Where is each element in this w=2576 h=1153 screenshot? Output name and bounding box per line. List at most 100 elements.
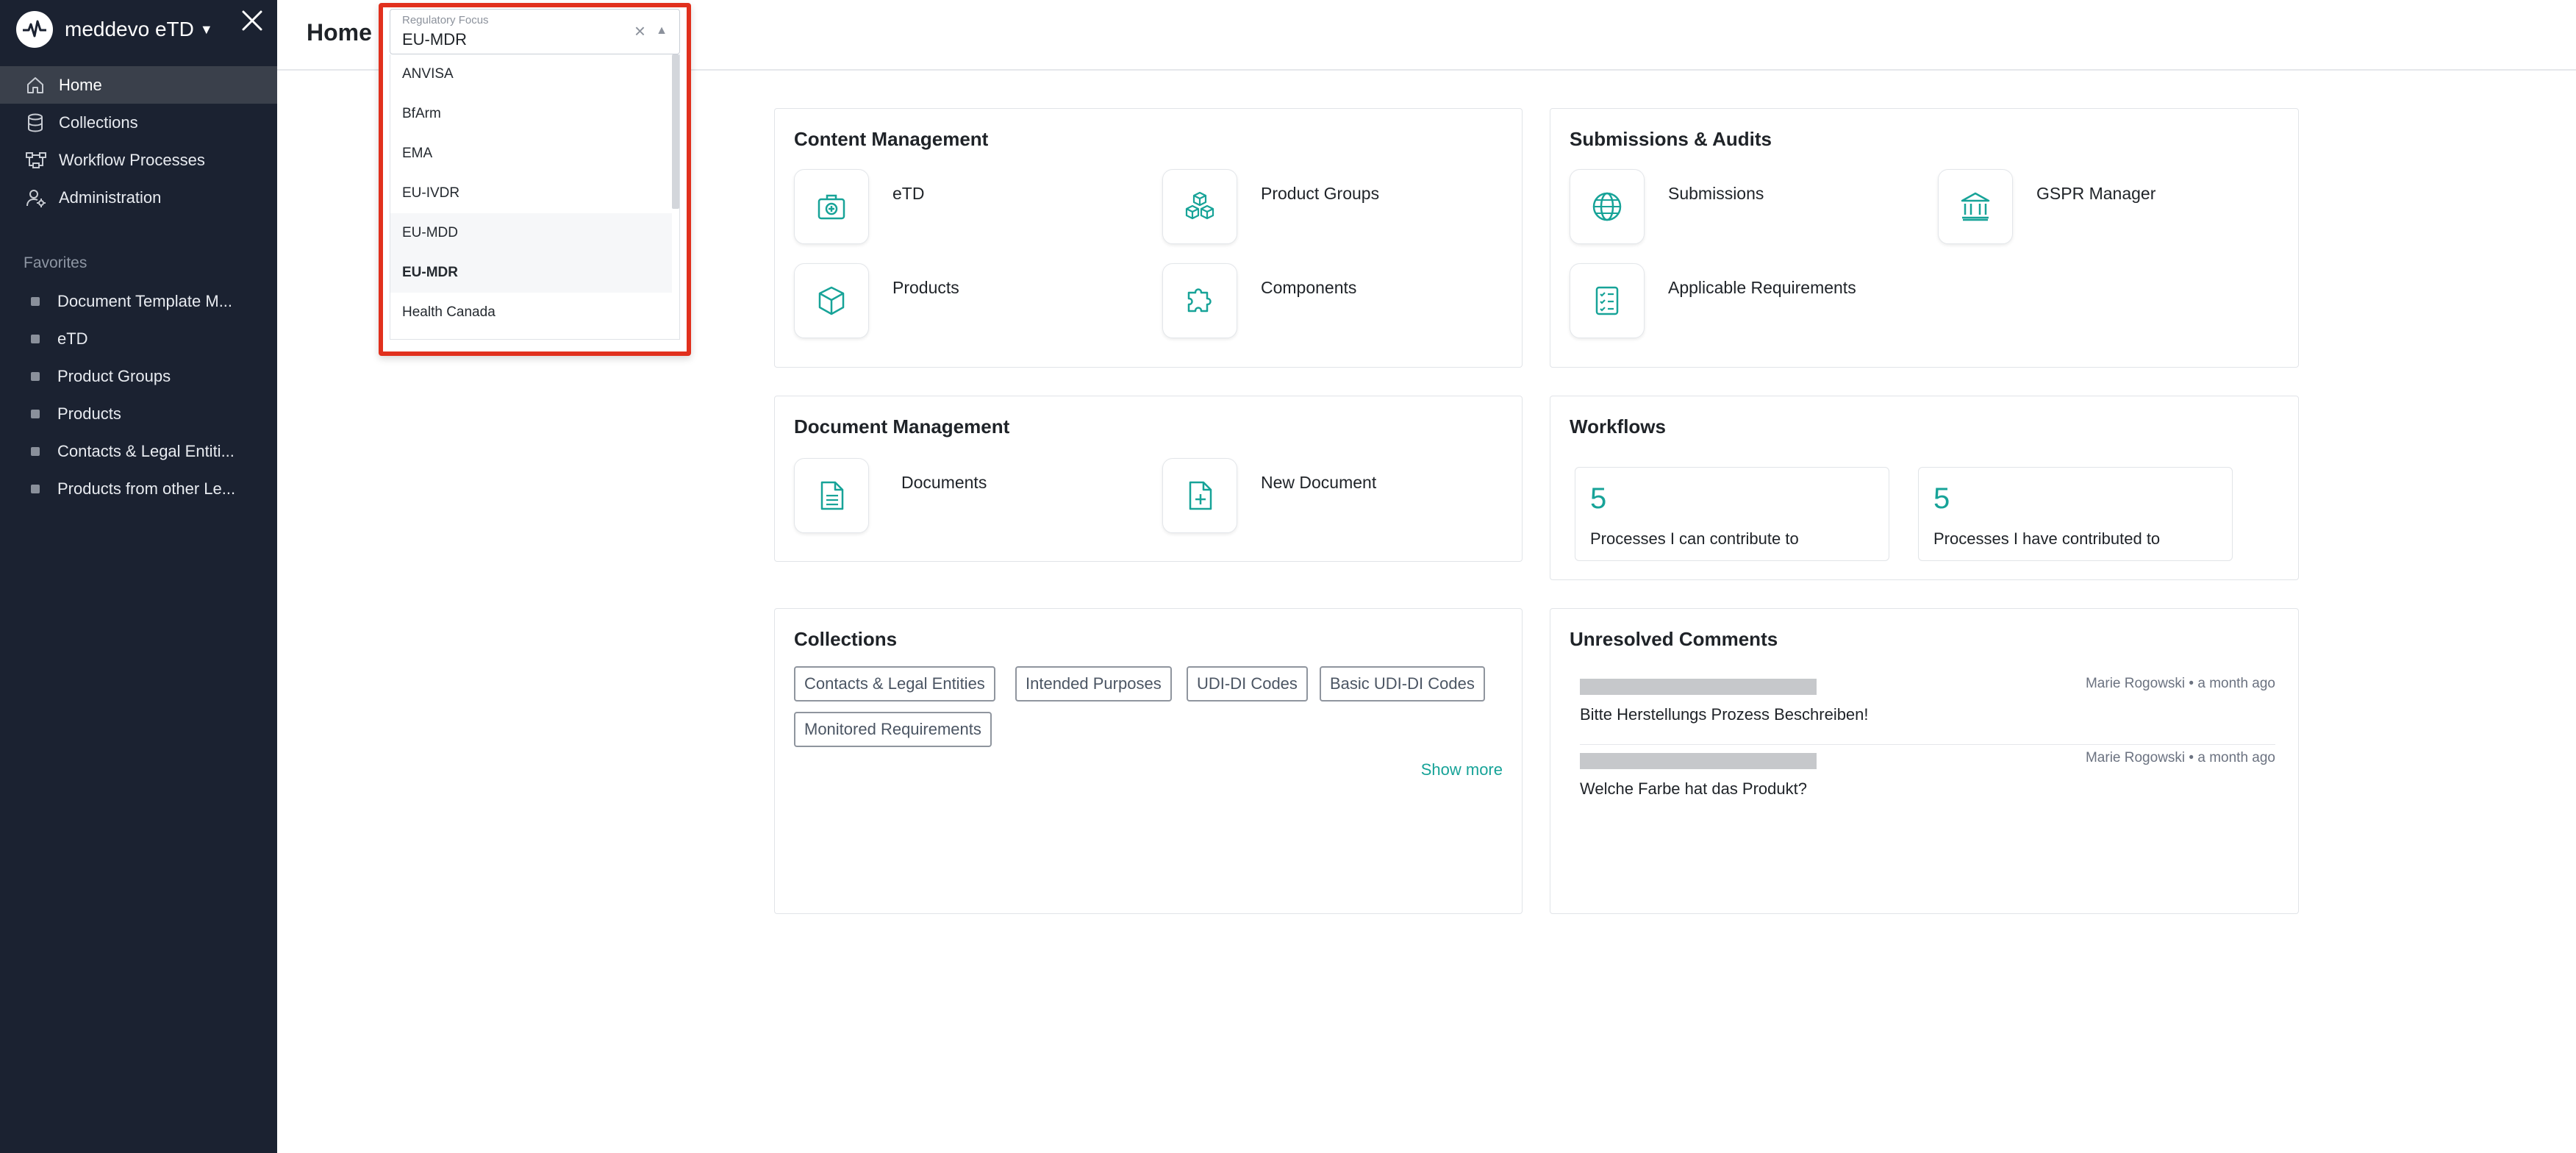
comment-time: a month ago — [2197, 676, 2275, 691]
checklist-icon — [1570, 263, 1645, 338]
clear-icon[interactable]: × — [634, 20, 645, 43]
favorite-item[interactable]: Contacts & Legal Entiti... — [0, 432, 277, 470]
comment-author: Marie Rogowski — [2085, 750, 2186, 765]
stat-value: 5 — [1590, 482, 1607, 515]
collection-chip[interactable]: Basic UDI-DI Codes — [1320, 666, 1485, 702]
bullet-icon — [31, 446, 40, 456]
nav-item-collections[interactable]: Collections — [0, 104, 277, 141]
bullet-icon — [31, 334, 40, 343]
tile-applicable-requirements[interactable]: Applicable Requirements — [1570, 263, 1856, 338]
favorite-label: Products — [57, 404, 121, 423]
regulatory-focus-options: ANVISA BfArm EMA EU-IVDR EU-MDD EU-MDR H… — [390, 54, 680, 340]
tile-product-groups[interactable]: Product Groups — [1162, 169, 1379, 244]
database-icon — [25, 110, 50, 135]
tile-submissions[interactable]: Submissions — [1570, 169, 1764, 244]
option-eu-mdr[interactable]: EU-MDR — [390, 253, 672, 293]
tile-products[interactable]: Products — [794, 263, 959, 338]
tile-label: New Document — [1261, 473, 1377, 492]
meddevo-logo-icon — [16, 11, 53, 48]
comment-context-placeholder — [1580, 679, 1817, 695]
favorite-item[interactable]: Products — [0, 395, 277, 432]
card-title: Document Management — [794, 415, 1010, 438]
cubes-icon — [1162, 169, 1237, 244]
stat-label: Processes I have contributed to — [1933, 529, 2161, 548]
tile-label: Applicable Requirements — [1668, 278, 1856, 297]
divider — [1580, 744, 2275, 745]
tile-label: Documents — [901, 473, 987, 492]
favorite-item[interactable]: Products from other Le... — [0, 470, 277, 507]
card-title: Submissions & Audits — [1570, 128, 1772, 150]
comment-meta: Marie Rogowski • a month ago — [2086, 750, 2275, 766]
option-eu-mdd[interactable]: EU-MDD — [390, 213, 672, 253]
favorite-item[interactable]: Product Groups — [0, 357, 277, 395]
nav-label: Workflow Processes — [59, 150, 205, 169]
comment-context-placeholder — [1580, 753, 1817, 769]
regulatory-focus-select[interactable]: Regulatory Focus EU-MDR × ▲ — [390, 9, 680, 54]
option-health-canada[interactable]: Health Canada — [390, 293, 672, 332]
puzzle-icon — [1162, 263, 1237, 338]
collection-chip[interactable]: Intended Purposes — [1015, 666, 1172, 702]
scrollbar[interactable] — [672, 54, 679, 209]
tile-components[interactable]: Components — [1162, 263, 1356, 338]
nav-label: Collections — [59, 113, 138, 132]
show-more-link[interactable]: Show more — [1421, 760, 1503, 779]
unresolved-comments-card: Unresolved Comments Marie Rogowski • a m… — [1550, 608, 2299, 914]
globe-icon — [1570, 169, 1645, 244]
collection-chip[interactable]: UDI-DI Codes — [1187, 666, 1308, 702]
stat-have-contributed[interactable]: 5 Processes I have contributed to — [1918, 467, 2233, 561]
favorite-label: Products from other Le... — [57, 479, 236, 498]
document-icon — [794, 458, 869, 533]
option-anvisa[interactable]: ANVISA — [390, 54, 672, 94]
main-nav: Home Collections Workflow Processes Admi… — [0, 66, 277, 216]
option-eu-ivdr[interactable]: EU-IVDR — [390, 174, 672, 213]
select-label: Regulatory Focus — [402, 14, 489, 26]
tile-label: Submissions — [1668, 184, 1764, 203]
nav-item-administration[interactable]: Administration — [0, 179, 277, 216]
stat-value: 5 — [1933, 482, 1950, 515]
comment-item[interactable]: Marie Rogowski • a month ago Bitte Herst… — [1580, 671, 2275, 745]
favorite-label: Contacts & Legal Entiti... — [57, 441, 235, 460]
bank-icon — [1938, 169, 2013, 244]
tile-documents[interactable]: Documents — [794, 458, 987, 533]
tile-new-document[interactable]: New Document — [1162, 458, 1376, 533]
favorite-item[interactable]: eTD — [0, 320, 277, 357]
bullet-icon — [31, 371, 40, 381]
comment-item[interactable]: Marie Rogowski • a month ago Welche Farb… — [1580, 746, 2275, 819]
meta-separator: • — [2189, 750, 2194, 765]
home-icon — [25, 73, 50, 98]
nav-item-workflow-processes[interactable]: Workflow Processes — [0, 141, 277, 179]
collection-chip[interactable]: Contacts & Legal Entities — [794, 666, 995, 702]
document-add-icon — [1162, 458, 1237, 533]
select-value: EU-MDR — [402, 30, 467, 49]
content-management-card: Content Management eTD Product Groups Pr… — [774, 108, 1523, 368]
comment-time: a month ago — [2197, 750, 2275, 765]
nav-item-home[interactable]: Home — [0, 66, 277, 104]
workflow-icon — [25, 148, 50, 173]
cube-icon — [794, 263, 869, 338]
option-ema[interactable]: EMA — [390, 134, 672, 174]
close-icon[interactable] — [237, 6, 267, 35]
tile-label: Product Groups — [1261, 184, 1380, 203]
tile-etd[interactable]: eTD — [794, 169, 924, 244]
medical-kit-icon — [794, 169, 869, 244]
collection-chip[interactable]: Monitored Requirements — [794, 712, 992, 747]
card-title: Collections — [794, 628, 898, 650]
document-management-card: Document Management Documents New Docume… — [774, 396, 1523, 562]
meta-separator: • — [2189, 676, 2194, 691]
option-bfarm[interactable]: BfArm — [390, 94, 672, 134]
favorites-list: Document Template M... eTD Product Group… — [0, 282, 277, 507]
tile-gspr-manager[interactable]: GSPR Manager — [1938, 169, 2155, 244]
stat-can-contribute[interactable]: 5 Processes I can contribute to — [1575, 467, 1889, 561]
workflows-card: Workflows 5 Processes I can contribute t… — [1550, 396, 2299, 580]
nav-label: Home — [59, 75, 102, 94]
favorite-label: Document Template M... — [57, 291, 233, 310]
stat-label: Processes I can contribute to — [1590, 529, 1799, 548]
chevron-up-icon[interactable]: ▲ — [656, 24, 668, 38]
tile-label: Products — [892, 278, 959, 297]
favorite-item[interactable]: Document Template M... — [0, 282, 277, 320]
card-title: Workflows — [1570, 415, 1666, 438]
comment-text: Bitte Herstellungs Prozess Beschreiben! — [1580, 705, 1869, 724]
favorites-heading: Favorites — [24, 254, 87, 271]
tile-label: eTD — [892, 184, 925, 203]
card-title: Unresolved Comments — [1570, 628, 1778, 650]
